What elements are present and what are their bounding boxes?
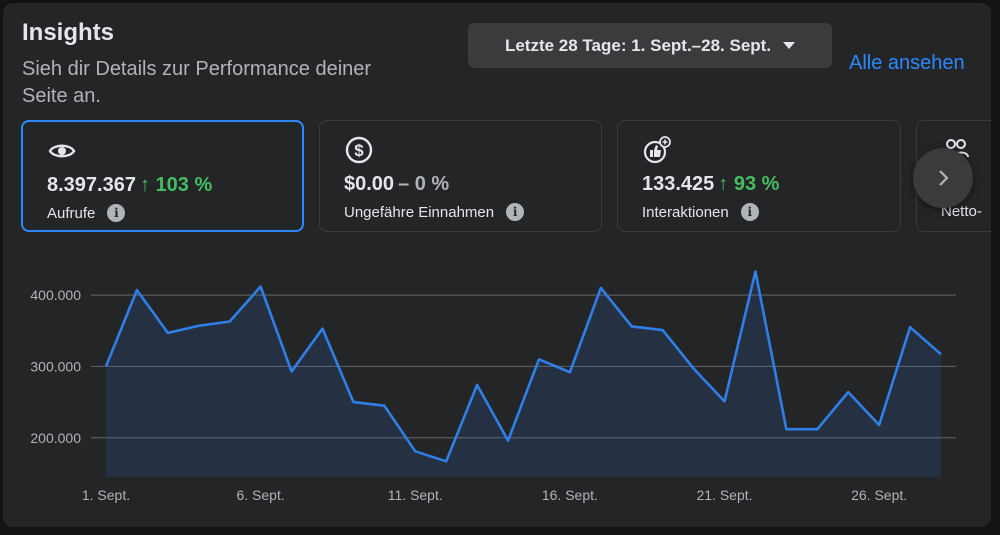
y-tick-label: 300.000 (30, 358, 81, 374)
insights-card: Insights Sieh dir Details zur Performanc… (3, 3, 991, 527)
x-tick-label: 6. Sept. (236, 487, 284, 503)
chart-area-fill (106, 271, 941, 477)
x-tick-label: 16. Sept. (542, 487, 598, 503)
x-tick-label: 11. Sept. (388, 487, 443, 503)
views-chart: 200.000 300.000 400.000 1. Sept. 6. Sept. 11… (30, 270, 956, 503)
y-tick-label: 400.000 (30, 287, 81, 303)
y-tick-label: 200.000 (30, 430, 81, 446)
x-tick-label: 21. Sept. (696, 487, 752, 503)
x-tick-label: 26. Sept. (851, 487, 907, 503)
x-tick-label: 1. Sept. (82, 487, 130, 503)
